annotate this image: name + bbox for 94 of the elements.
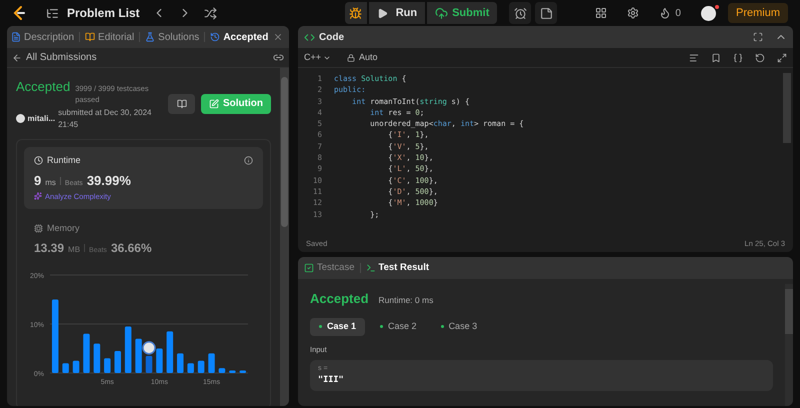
histogram-bar [240,370,246,374]
fullscreen-icon[interactable] [753,32,763,42]
runtime-unit: ms [45,177,56,189]
histogram-bar [187,363,194,374]
bookmark-icon[interactable] [711,52,721,62]
flask-icon [145,32,156,42]
histogram-bar [124,326,132,374]
timer-button[interactable] [509,2,532,24]
flame-icon[interactable] [659,7,672,19]
back-arrow-icon[interactable] [12,52,22,62]
histogram-bar [104,358,111,374]
case-tab[interactable]: Case 2 [371,318,426,336]
code-title: Code [319,30,344,44]
link-icon[interactable] [273,52,284,63]
format-icon[interactable] [689,52,699,62]
streak-count: 0 [675,6,681,20]
runtime-title: Runtime [47,154,81,166]
panel-tab[interactable]: Test Result [366,260,430,276]
username[interactable]: mitali... [28,112,56,124]
histogram-bar [135,338,142,374]
result-scrollbar[interactable] [785,284,793,406]
cloud-upload-icon [435,6,448,20]
submitted-time: submitted at Dec 30, 2024 21:45 [58,106,152,130]
notes-button[interactable] [535,2,558,24]
scrollbar[interactable] [280,68,289,406]
histogram-bar [208,354,215,374]
histogram-bar [177,354,184,374]
clock-icon [34,156,43,165]
code-icon [304,32,315,42]
chip-icon [34,224,43,233]
list-icon[interactable] [46,6,59,20]
histogram-bar [156,348,163,374]
run-button[interactable]: Run [368,2,426,24]
checkbox-icon [304,263,314,273]
histogram-bar [229,370,236,374]
problem-list-title[interactable]: Problem List [67,4,140,22]
histogram-bar [83,334,90,374]
panel-tab[interactable]: Solutions [145,30,200,44]
memory-unit: MB [68,244,80,256]
histogram-bar [198,361,204,374]
panel-tab[interactable]: Editorial [85,30,134,44]
histogram-bar [72,361,80,374]
note-icon [540,6,553,20]
play-icon [376,8,388,18]
document-icon [11,32,21,42]
histogram-bar [146,356,152,374]
debug-button[interactable] [344,2,367,24]
submit-button[interactable]: Submit [427,2,498,24]
result-status: Accepted [310,290,369,308]
braces-icon[interactable] [733,52,743,62]
grid-icon[interactable] [595,7,608,19]
language-dropdown[interactable]: C++ [304,50,332,64]
alarm-clock-icon [514,6,527,20]
histogram-bar [218,368,226,374]
info-icon[interactable] [244,156,253,165]
histogram-bar [114,351,121,374]
result-runtime: Runtime: 0 ms [378,294,434,307]
panel-tab[interactable]: Description [11,30,74,44]
terminal-icon [366,263,376,273]
history-icon [210,32,220,42]
user-avatar-marker [142,341,156,355]
runtime-beats: 39.99% [86,172,131,190]
reset-icon[interactable] [755,52,765,62]
memory-beats: 36.66% [110,240,152,258]
input-value: "III" [318,374,345,387]
settings-icon[interactable] [627,7,640,19]
editor-scrollbar[interactable] [783,73,791,143]
sparkle-icon [34,192,42,200]
panel-tab[interactable]: Accepted [210,30,268,44]
memory-title: Memory [47,222,80,235]
avatar-icon[interactable] [700,6,716,20]
close-icon[interactable] [273,32,284,42]
book-icon [176,98,186,109]
bug-icon [349,6,362,20]
case-tab[interactable]: Case 1 [310,318,366,336]
premium-button[interactable]: Premium [728,3,788,23]
lock-icon [347,54,356,62]
mode-label: Auto [359,50,378,64]
user-avatar [16,114,25,123]
status-text: Accepted [16,78,70,96]
histogram-bar [166,332,174,374]
panel-tab[interactable]: Testcase [304,260,354,276]
shuffle-icon[interactable] [204,6,217,20]
book-icon [85,32,96,42]
memory-value: 13.39 [34,240,64,258]
runtime-value: 9 [34,172,42,190]
expand-icon[interactable] [777,52,787,62]
all-submissions-link[interactable]: All Submissions [26,50,97,65]
logo-icon[interactable] [12,5,26,21]
histogram-bar [62,363,69,374]
edit-icon [209,98,219,109]
histogram-bar [94,344,100,374]
case-tab[interactable]: Case 3 [432,318,486,336]
book-button[interactable] [168,94,195,114]
